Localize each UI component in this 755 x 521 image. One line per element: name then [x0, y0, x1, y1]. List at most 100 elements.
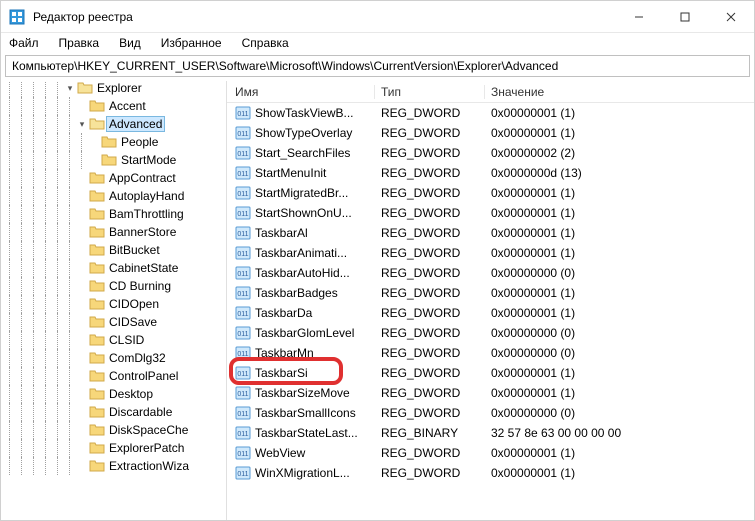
list-row[interactable]: 011ShowTypeOverlayREG_DWORD0x00000001 (1…: [227, 123, 754, 143]
svg-text:011: 011: [237, 131, 248, 138]
tree-label: CD Burning: [109, 279, 171, 293]
list-row[interactable]: 011ShowTaskViewB...REG_DWORD0x00000001 (…: [227, 103, 754, 123]
tree-item[interactable]: CLSID: [5, 331, 226, 349]
col-value[interactable]: Значение: [485, 85, 754, 99]
list-row[interactable]: 011StartShownOnU...REG_DWORD0x00000001 (…: [227, 203, 754, 223]
tree-item[interactable]: ▾Explorer: [5, 81, 226, 97]
list-row[interactable]: 011TaskbarStateLast...REG_BINARY32 57 8e…: [227, 423, 754, 443]
value-name: TaskbarAutoHid...: [255, 266, 375, 280]
value-data: 0x00000001 (1): [485, 226, 754, 240]
list-row[interactable]: 011TaskbarSizeMoveREG_DWORD0x00000001 (1…: [227, 383, 754, 403]
value-name: ShowTaskViewB...: [255, 106, 375, 120]
list-row[interactable]: 011TaskbarDaREG_DWORD0x00000001 (1): [227, 303, 754, 323]
tree-label: Advanced: [106, 116, 165, 132]
tree-item[interactable]: ▾ Advanced: [5, 115, 226, 133]
tree-item[interactable]: Accent: [5, 97, 226, 115]
address-bar[interactable]: Компьютер\HKEY_CURRENT_USER\Software\Mic…: [5, 55, 750, 77]
list-row[interactable]: 011StartMigratedBr...REG_DWORD0x00000001…: [227, 183, 754, 203]
tree-label: CLSID: [109, 333, 144, 347]
menu-help[interactable]: Справка: [238, 34, 293, 52]
tree-item[interactable]: CD Burning: [5, 277, 226, 295]
tree-item[interactable]: CabinetState: [5, 259, 226, 277]
tree-item[interactable]: Desktop: [5, 385, 226, 403]
tree-item[interactable]: BitBucket: [5, 241, 226, 259]
list-row[interactable]: 011TaskbarSmallIconsREG_DWORD0x00000000 …: [227, 403, 754, 423]
address-text: Компьютер\HKEY_CURRENT_USER\Software\Mic…: [12, 59, 558, 73]
list-row[interactable]: 011TaskbarMnREG_DWORD0x00000000 (0): [227, 343, 754, 363]
folder-icon: [89, 297, 105, 311]
tree-item[interactable]: ControlPanel: [5, 367, 226, 385]
tree-item[interactable]: People: [5, 133, 226, 151]
value-type: REG_DWORD: [375, 146, 485, 160]
list-row[interactable]: 011TaskbarGlomLevelREG_DWORD0x00000000 (…: [227, 323, 754, 343]
menu-view[interactable]: Вид: [115, 34, 145, 52]
maximize-button[interactable]: [662, 1, 708, 33]
tree-label: CIDSave: [109, 315, 157, 329]
menu-edit[interactable]: Правка: [55, 34, 104, 52]
tree-label: ExplorerPatch: [109, 441, 184, 455]
value-type: REG_DWORD: [375, 326, 485, 340]
tree-item[interactable]: BamThrottling: [5, 205, 226, 223]
folder-icon: [89, 441, 105, 455]
value-list[interactable]: Имя Тип Значение 011 ShowTaskViewB... REG_…: [227, 81, 754, 520]
tree-item[interactable]: ComDlg32: [5, 349, 226, 367]
svg-text:011: 011: [237, 391, 248, 398]
value-data: 0x00000001 (1): [485, 106, 754, 120]
list-row[interactable]: 011TaskbarAutoHid...REG_DWORD0x00000000 …: [227, 263, 754, 283]
tree-label: Discardable: [109, 405, 172, 419]
svg-text:011: 011: [237, 251, 248, 258]
tree-item[interactable]: ExplorerPatch: [5, 439, 226, 457]
menu-favorites[interactable]: Избранное: [157, 34, 226, 52]
tree-item[interactable]: AutoplayHand: [5, 187, 226, 205]
list-row[interactable]: 011WinXMigrationL...REG_DWORD0x00000001 …: [227, 463, 754, 483]
minimize-button[interactable]: [616, 1, 662, 33]
tree-item[interactable]: ExtractionWiza: [5, 457, 226, 475]
folder-icon: [89, 207, 105, 221]
chevron-down-icon[interactable]: ▾: [77, 119, 87, 129]
col-name[interactable]: Имя: [227, 85, 375, 99]
tree-label: CIDOpen: [109, 297, 159, 311]
dword-icon: 011: [235, 345, 251, 361]
tree-item[interactable]: CIDSave: [5, 313, 226, 331]
tree-item[interactable]: AppContract: [5, 169, 226, 187]
list-row[interactable]: 011TaskbarBadgesREG_DWORD0x00000001 (1): [227, 283, 754, 303]
tree-label: BitBucket: [109, 243, 160, 257]
list-row[interactable]: 011Start_SearchFilesREG_DWORD0x00000002 …: [227, 143, 754, 163]
tree-label: BamThrottling: [109, 207, 184, 221]
folder-icon: [89, 243, 105, 257]
folder-icon: [89, 369, 105, 383]
tree-item[interactable]: Discardable: [5, 403, 226, 421]
dword-icon: 011: [235, 205, 251, 221]
value-name: ShowTypeOverlay: [255, 126, 375, 140]
menu-file[interactable]: Файл: [5, 34, 43, 52]
tree-panel[interactable]: ▾Explorer Accent ▾ AdvancedPeople StartMode A…: [1, 81, 227, 520]
tree-item[interactable]: DiskSpaceChe: [5, 421, 226, 439]
dword-icon: 011: [235, 385, 251, 401]
chevron-down-icon[interactable]: ▾: [65, 83, 75, 93]
col-type[interactable]: Тип: [375, 85, 485, 99]
tree-label: DiskSpaceChe: [109, 423, 188, 437]
tree-item[interactable]: CIDOpen: [5, 295, 226, 313]
value-data: 0x00000001 (1): [485, 206, 754, 220]
tree-label: StartMode: [121, 153, 176, 167]
dword-icon: 011: [235, 105, 251, 121]
value-type: REG_DWORD: [375, 266, 485, 280]
close-button[interactable]: [708, 1, 754, 33]
value-type: REG_DWORD: [375, 226, 485, 240]
tree-label: Accent: [109, 99, 146, 113]
dword-icon: 011: [235, 365, 251, 381]
titlebar: Редактор реестра: [1, 1, 754, 33]
list-row[interactable]: 011StartMenuInitREG_DWORD0x0000000d (13): [227, 163, 754, 183]
folder-icon: [89, 459, 105, 473]
list-row[interactable]: 011TaskbarAlREG_DWORD0x00000001 (1): [227, 223, 754, 243]
value-type: REG_DWORD: [375, 386, 485, 400]
menubar: Файл Правка Вид Избранное Справка: [1, 33, 754, 53]
svg-text:011: 011: [237, 151, 248, 158]
tree-label: ControlPanel: [109, 369, 178, 383]
value-type: REG_DWORD: [375, 286, 485, 300]
list-row[interactable]: 011WebViewREG_DWORD0x00000001 (1): [227, 443, 754, 463]
list-row[interactable]: 011TaskbarSiREG_DWORD0x00000001 (1): [227, 363, 754, 383]
tree-item[interactable]: BannerStore: [5, 223, 226, 241]
list-row[interactable]: 011TaskbarAnimati...REG_DWORD0x00000001 …: [227, 243, 754, 263]
tree-item[interactable]: StartMode: [5, 151, 226, 169]
